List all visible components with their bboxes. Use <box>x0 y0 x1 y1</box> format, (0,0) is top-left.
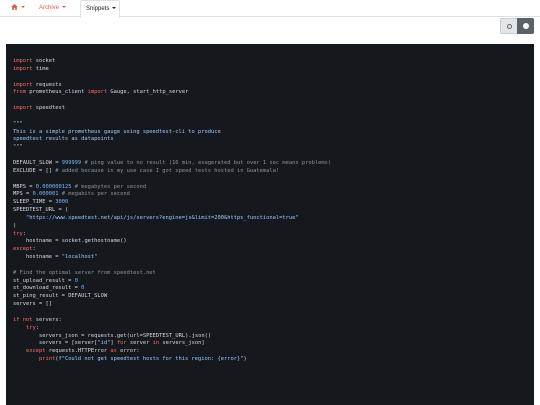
code-line: import requests <box>13 81 62 88</box>
tab-home[interactable] <box>6 0 30 17</box>
code-line: SLEEP_TIME = 3000 <box>13 199 69 206</box>
code-line: import time <box>13 65 49 72</box>
code-line: if not servers: <box>13 316 62 323</box>
chevron-down-icon <box>21 6 25 9</box>
code-line: st_download_result = 0 <box>13 285 85 292</box>
code-line: import speedtest <box>13 105 65 112</box>
home-icon <box>11 3 18 10</box>
light-mode-icon <box>506 23 512 29</box>
code-line: st_ping_result = DEFAULT_SLOW <box>13 293 108 300</box>
code-block: import socket import time import request… <box>6 44 534 405</box>
code-line: "https://www.speedtest.net/api/js/server… <box>25 214 299 221</box>
code-text: import socket import time import request… <box>13 58 534 364</box>
code-line: from prometheus_client import Gauge, sta… <box>13 89 189 96</box>
code-line: hostname = socket.gethostname() <box>25 238 127 245</box>
code-line: except requests.HTTPError as error: <box>25 348 140 355</box>
code-line: SPEEDTEST_URL = ( <box>13 207 69 214</box>
dark-mode-button[interactable] <box>517 18 534 34</box>
code-line: print(f"Could not get speedtest hosts fo… <box>38 356 247 363</box>
code-line: """ <box>13 144 23 151</box>
code-line: st_upload_result = 0 <box>13 277 78 284</box>
tab-snippets-label: Snippets <box>86 6 110 12</box>
code-line: hostname = "localhost" <box>25 254 98 261</box>
code-line: This is a simple prometheus gauge using … <box>13 128 221 135</box>
nav-tabs: Archive Snippets <box>0 0 540 18</box>
code-line: servers = [server["id"] for server in se… <box>38 340 205 347</box>
dark-mode-icon <box>522 23 529 29</box>
chevron-down-icon <box>112 7 117 10</box>
code-line: EXCLUDE = [] # added because in my use c… <box>13 167 280 174</box>
code-line: ) <box>13 222 17 229</box>
tab-archive[interactable]: Archive <box>34 0 76 17</box>
code-line: try: <box>25 324 39 331</box>
code-line: import socket <box>13 58 56 64</box>
tab-archive-label: Archive <box>39 5 60 11</box>
code-line: servers_json = requests.get(url=SPEEDTES… <box>38 332 212 339</box>
code-line: MPS = 0.000001 # megabits per second <box>13 191 130 198</box>
code-line: DEFAULT_SLOW = 999999 # ping value to no… <box>13 159 332 166</box>
tab-snippets[interactable]: Snippets <box>80 0 120 18</box>
light-mode-button[interactable] <box>500 18 517 34</box>
code-line: try: <box>13 230 26 237</box>
code-line: MBPS = 0.000000125 # megabytes per secon… <box>13 183 147 190</box>
code-line: """ <box>13 120 23 127</box>
chevron-down-icon <box>62 6 67 9</box>
code-line: # Find the optimal server from speedtest… <box>13 269 156 276</box>
theme-toggle <box>500 18 534 34</box>
code-line: except: <box>13 246 36 253</box>
code-line: speedtest results as datapoints <box>13 136 114 143</box>
code-line: servers = [] <box>13 301 52 308</box>
